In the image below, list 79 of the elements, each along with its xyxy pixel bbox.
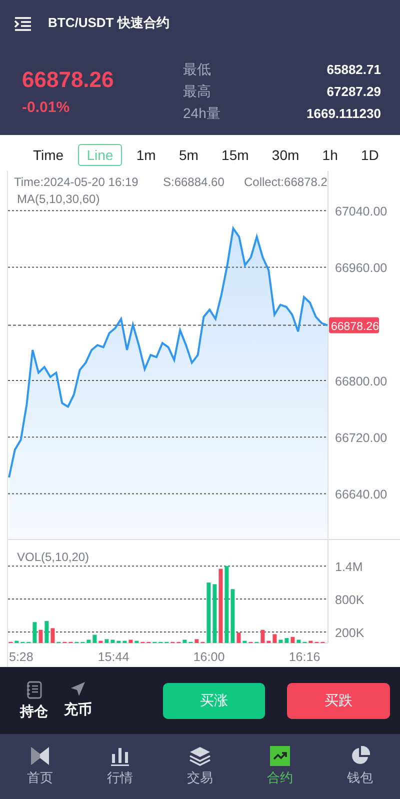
volume-bar — [266, 640, 271, 643]
axis-label: 1.4M — [335, 560, 363, 574]
ma-label: MA(5,10,30,60) — [17, 192, 100, 206]
volume-bar — [230, 589, 235, 643]
stat-value: 1669.111230 — [306, 105, 381, 122]
volume-bar — [194, 639, 199, 643]
volume-bar — [50, 628, 55, 643]
volume-bar — [212, 584, 217, 643]
stat-label: 最高 — [183, 83, 211, 100]
time-label: 5:28 — [9, 650, 34, 664]
volume-bar — [86, 640, 91, 643]
volume-bar — [38, 630, 43, 643]
price-change: -0.01% — [22, 99, 71, 116]
volume-bar — [134, 640, 139, 643]
interval-tab[interactable]: Time — [24, 144, 73, 166]
interval-tab[interactable]: 15m — [212, 144, 258, 166]
axis-label: 67040.00 — [335, 204, 388, 219]
interval-tab[interactable]: 5m — [170, 144, 208, 166]
deposit-link[interactable]: 充币 — [64, 680, 92, 720]
layers-icon — [189, 746, 211, 766]
home-icon — [30, 746, 50, 766]
volume-bar — [278, 640, 283, 643]
axis-label: 66800.00 — [335, 374, 388, 388]
positions-link[interactable]: 持仓 — [20, 680, 48, 720]
axis-label: 66640.00 — [335, 488, 388, 502]
bar-chart-icon — [110, 746, 130, 766]
pie-chart-icon — [350, 746, 370, 766]
volume-bar — [296, 640, 301, 643]
volume-bar — [290, 636, 295, 643]
axis-label: 200K — [335, 626, 364, 640]
volume-bar — [206, 582, 211, 643]
volume-bar — [308, 640, 313, 643]
trend-icon — [270, 746, 290, 766]
volume-bar — [110, 640, 115, 643]
page-title: BTC/USDT 快速合约 — [48, 14, 170, 32]
stat-label: 24h量 — [183, 105, 220, 122]
send-icon — [70, 680, 86, 696]
nav-item[interactable]: 合约 — [250, 746, 310, 787]
stat-value: 67287.29 — [326, 83, 381, 100]
last-price: 66878.26 — [22, 67, 115, 93]
menu-icon[interactable] — [14, 17, 32, 31]
chart-info: Collect:66878.2 — [244, 175, 328, 189]
volume-bar — [260, 630, 265, 643]
axis-label: 800K — [335, 593, 364, 608]
volume-bar — [272, 634, 277, 643]
time-label: 15:44 — [98, 650, 130, 664]
interval-tab[interactable]: 1m — [127, 144, 165, 166]
buy-down-button[interactable]: 买跌 — [287, 682, 390, 718]
volume-bar — [44, 621, 49, 643]
volume-bar — [98, 640, 103, 643]
nav-item[interactable]: 行情 — [90, 746, 150, 787]
price-tag: 66878.26 — [329, 317, 379, 334]
volume-bar — [242, 640, 247, 643]
axis-label: 66960.00 — [335, 261, 388, 276]
volume-bar — [92, 634, 97, 643]
volume-bar — [116, 640, 121, 643]
stat-value: 65882.71 — [326, 61, 381, 78]
vol-label: VOL(5,10,20) — [17, 550, 90, 564]
volume-bar — [236, 632, 241, 643]
volume-bar — [14, 640, 19, 643]
volume-bar — [32, 622, 37, 643]
time-label: 16:16 — [288, 650, 320, 664]
time-label: 16:00 — [193, 650, 225, 664]
stat-label: 最低 — [183, 61, 211, 78]
nav-item[interactable]: 钱包 — [330, 746, 390, 787]
volume-bar — [122, 640, 127, 643]
interval-tab[interactable]: 30m — [262, 144, 308, 166]
notebook-icon — [26, 680, 42, 698]
nav-item[interactable]: 交易 — [170, 746, 230, 787]
nav-item[interactable]: 首页 — [10, 746, 70, 787]
chart-info: S:66884.60 — [163, 175, 224, 189]
interval-tab[interactable]: 1D — [352, 144, 388, 166]
volume-bar — [104, 639, 109, 643]
interval-tab[interactable]: 1h — [313, 144, 347, 166]
axis-label: 66720.00 — [335, 431, 388, 446]
volume-bar — [182, 640, 187, 643]
volume-bar — [284, 638, 289, 643]
volume-bar — [128, 640, 133, 643]
chart-info: Time:2024-05-20 16:19 — [14, 175, 138, 189]
